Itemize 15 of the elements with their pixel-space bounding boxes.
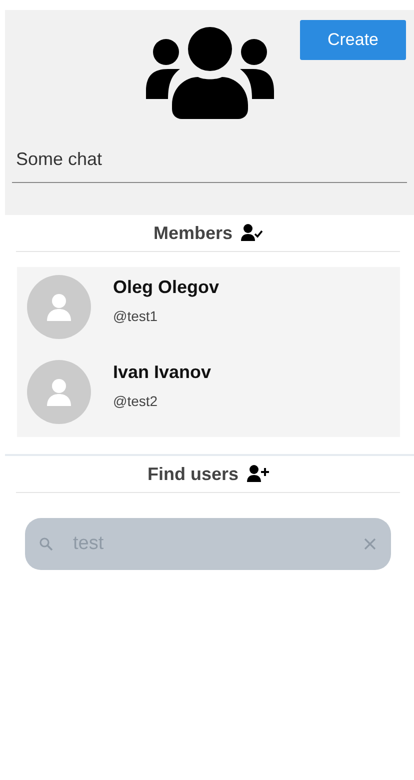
member-username: @test1 [113, 308, 159, 324]
person-check-icon [240, 224, 263, 242]
group-icon [146, 27, 274, 119]
member-name: Oleg Olegov [113, 277, 220, 298]
clear-icon[interactable] [363, 537, 377, 551]
avatar-icon [27, 360, 91, 424]
member-name: Ivan Ivanov [113, 362, 212, 383]
section-title: Find users [147, 464, 239, 484]
search-icon [39, 537, 53, 551]
section-title: Members [153, 222, 233, 244]
create-button[interactable]: Create [300, 20, 406, 60]
avatar-icon [27, 275, 91, 339]
member-username: @test2 [113, 393, 159, 409]
person-plus-icon [246, 465, 269, 483]
chat-name-field[interactable]: Some chat [12, 145, 407, 183]
